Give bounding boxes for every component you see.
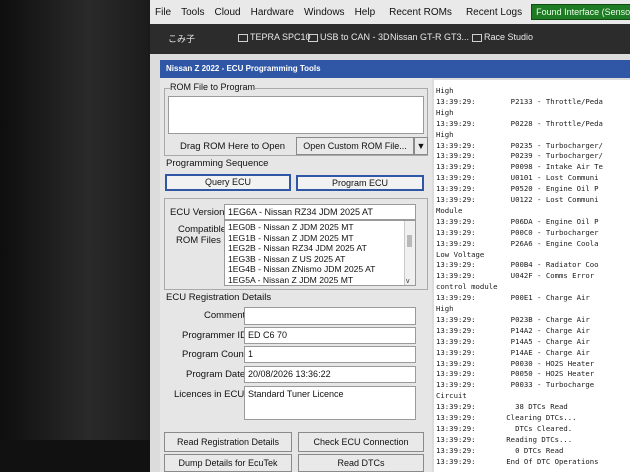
compatible-rom-list[interactable]: 1EG0B - Nissan Z JDM 2025 MT 1EG1B - Nis… — [224, 220, 416, 286]
registration-group-label: ECU Registration Details — [166, 292, 272, 303]
comment-field[interactable] — [244, 307, 416, 325]
program-count-label: Program Count — [182, 349, 247, 360]
monitor-bezel-bottom — [0, 440, 160, 472]
log-line: 13:39:29: P26A6 - Engine Coola — [436, 238, 599, 248]
query-ecu-button[interactable]: Query ECU — [165, 174, 291, 191]
device-icon — [308, 33, 318, 42]
ecu-version-value: 1EG6A - Nissan RZ34 JDM 2025 AT — [224, 204, 416, 220]
list-item[interactable]: 1EG2B - Nissan RZ34 JDM 2025 AT — [228, 243, 412, 254]
log-line: 13:39:29: P14A5 - Charge Air — [436, 336, 590, 346]
toolbar-item-usb-can[interactable]: USB to CAN - 3D — [308, 32, 390, 42]
dump-details-button[interactable]: Dump Details for EcuTek — [164, 454, 292, 472]
log-line: Module — [436, 205, 463, 215]
list-item[interactable]: 1EG5A - Nissan Z JDM 2025 MT — [228, 275, 412, 286]
licences-field: Standard Tuner Licence — [244, 386, 416, 420]
log-line: 13:39:29: P06DA - Engine Oil P — [436, 216, 599, 226]
recent-logs-menu[interactable]: Recent Logs — [461, 7, 527, 18]
chevron-down-icon: ▼ — [416, 141, 426, 151]
log-line: High — [436, 107, 454, 117]
licences-label: Licences in ECU — [174, 389, 245, 400]
programmer-id-field: ED C6 70 — [244, 327, 416, 344]
log-line: Low Voltage — [436, 249, 485, 259]
ecu-version-label: ECU Version — [170, 207, 225, 218]
window-title: Nissan Z 2022 - ECU Programming Tools — [160, 60, 630, 78]
log-line: 13:39:29: U0101 - Lost Communi — [436, 173, 599, 183]
log-line: 13:39:29: U042F - Comms Error — [436, 271, 595, 281]
list-item[interactable]: 1EG0B - Nissan Z JDM 2025 MT — [228, 222, 412, 233]
menu-bar: File Tools Cloud Hardware Windows Help R… — [150, 0, 630, 25]
program-count-field: 1 — [244, 346, 416, 363]
read-registration-button[interactable]: Read Registration Details — [164, 432, 292, 452]
list-item[interactable]: 1EG1B - Nissan Z JDM 2025 MT — [228, 233, 412, 244]
monitor-bezel — [0, 0, 148, 472]
menu-cloud[interactable]: Cloud — [209, 7, 245, 18]
scrollbar-thumb[interactable] — [407, 235, 412, 247]
ecu-programming-panel: ROM File to Program Drag ROM Here to Ope… — [160, 78, 432, 472]
rom-files-label: ROM Files — [176, 235, 221, 246]
programmer-id-label: Programmer ID — [182, 330, 247, 341]
device-icon — [472, 33, 482, 42]
toolbar-item-tepra[interactable]: TEPRA SPC10 — [238, 32, 311, 42]
comment-label: Comment — [204, 310, 246, 321]
log-line: 13:39:29: U0122 - Lost Communi — [436, 195, 599, 204]
log-line: 13:39:29: P2133 - Throttle/Peda — [436, 96, 603, 106]
log-line: High — [436, 304, 454, 313]
program-date-field: 20/08/2026 13:36:22 — [244, 366, 416, 383]
dtc-log-output[interactable]: High 13:39:29: P2133 - Throttle/Peda High 1… — [434, 80, 630, 472]
chevron-down-icon[interactable]: v — [406, 278, 410, 285]
program-ecu-button[interactable]: Program ECU — [296, 175, 424, 191]
open-custom-rom-button[interactable]: Open Custom ROM File... — [296, 137, 414, 155]
log-line: 13:39:29: 38 DTCs Read — [436, 402, 568, 412]
compatible-label: Compatible — [178, 224, 227, 235]
log-line: 13:39:29: P00B4 - Radiator Coo — [436, 260, 599, 270]
quick-toolbar: こみ子 TEPRA SPC10 USB to CAN - 3D Nissan G… — [150, 24, 630, 54]
recent-roms-menu[interactable]: Recent ROMs — [384, 7, 457, 18]
device-icon — [238, 33, 248, 42]
toolbar-item-race-studio[interactable]: Race Studio — [472, 32, 533, 42]
program-date-label: Program Date — [186, 369, 246, 380]
log-line: 13:39:29: P00E1 - Charge Air — [436, 293, 590, 303]
log-line: 13:39:29: P14AE - Charge Air — [436, 347, 590, 357]
list-item[interactable]: 1EG4B - Nissan ZNismo JDM 2025 AT — [228, 264, 412, 275]
toolbar-item-gtr[interactable]: Nissan GT-R GT3... — [390, 32, 469, 42]
list-item[interactable]: 1EG3B - Nissan Z US 2025 AT — [228, 254, 412, 265]
drag-rom-label: Drag ROM Here to Open — [180, 141, 286, 152]
log-line: 13:39:29: P00C0 - Turbocharger — [436, 227, 599, 237]
menu-help[interactable]: Help — [350, 7, 381, 18]
log-line: High — [436, 129, 454, 139]
log-line: Circuit — [436, 391, 467, 401]
log-line: 13:39:29: Reading DTCs... — [436, 434, 573, 444]
log-line: 13:39:29: P0235 - Turbocharger/ — [436, 140, 603, 150]
log-line: 13:39:29: P0228 - Throttle/Peda — [436, 118, 603, 128]
log-line: 13:39:29: P14A2 - Charge Air — [436, 325, 590, 335]
toolbar-item-0[interactable]: こみ子 — [168, 32, 195, 45]
log-line: 13:39:29: P0098 - Intake Air Te — [436, 162, 603, 172]
log-line: 13:39:29: P023B - Charge Air — [436, 314, 590, 324]
log-line: 13:39:29: DTCs Cleared. — [436, 423, 573, 433]
open-custom-rom-dropdown[interactable]: ▼ — [414, 137, 428, 155]
menu-file[interactable]: File — [150, 7, 176, 18]
log-line: 13:39:29: End Of DTC Operations — [436, 456, 599, 466]
rom-file-drop-area[interactable] — [168, 96, 424, 134]
list-scrollbar[interactable]: v — [404, 221, 415, 285]
menu-hardware[interactable]: Hardware — [246, 7, 299, 18]
app-screen: File Tools Cloud Hardware Windows Help R… — [150, 0, 630, 472]
check-ecu-connection-button[interactable]: Check ECU Connection — [298, 432, 424, 452]
log-line: 13:39:29: P0239 - Turbocharger/ — [436, 151, 603, 161]
log-line: 13:39:29: Clearing DTCs... — [436, 413, 577, 422]
rom-file-group-label: ROM File to Program — [170, 82, 256, 92]
log-line: control module — [436, 282, 498, 292]
log-line: High — [436, 86, 454, 95]
log-line: 13:39:29: P0033 - Turbocharge — [436, 380, 595, 390]
log-line: 13:39:29: 0 DTCs Read — [436, 445, 564, 455]
menu-tools[interactable]: Tools — [176, 7, 209, 18]
log-line: 13:39:29: P0050 - HO2S Heater — [436, 369, 595, 379]
programming-sequence-label: Programming Sequence — [166, 158, 269, 169]
log-line: 13:39:29: P0520 - Engine Oil P — [436, 184, 599, 194]
menu-windows[interactable]: Windows — [299, 7, 350, 18]
log-line: 13:39:29: P0030 - HO2S Heater — [436, 358, 595, 368]
found-interface-status: Found Interface (Senso 0000 — [531, 4, 630, 20]
read-dtcs-button[interactable]: Read DTCs — [298, 454, 424, 472]
